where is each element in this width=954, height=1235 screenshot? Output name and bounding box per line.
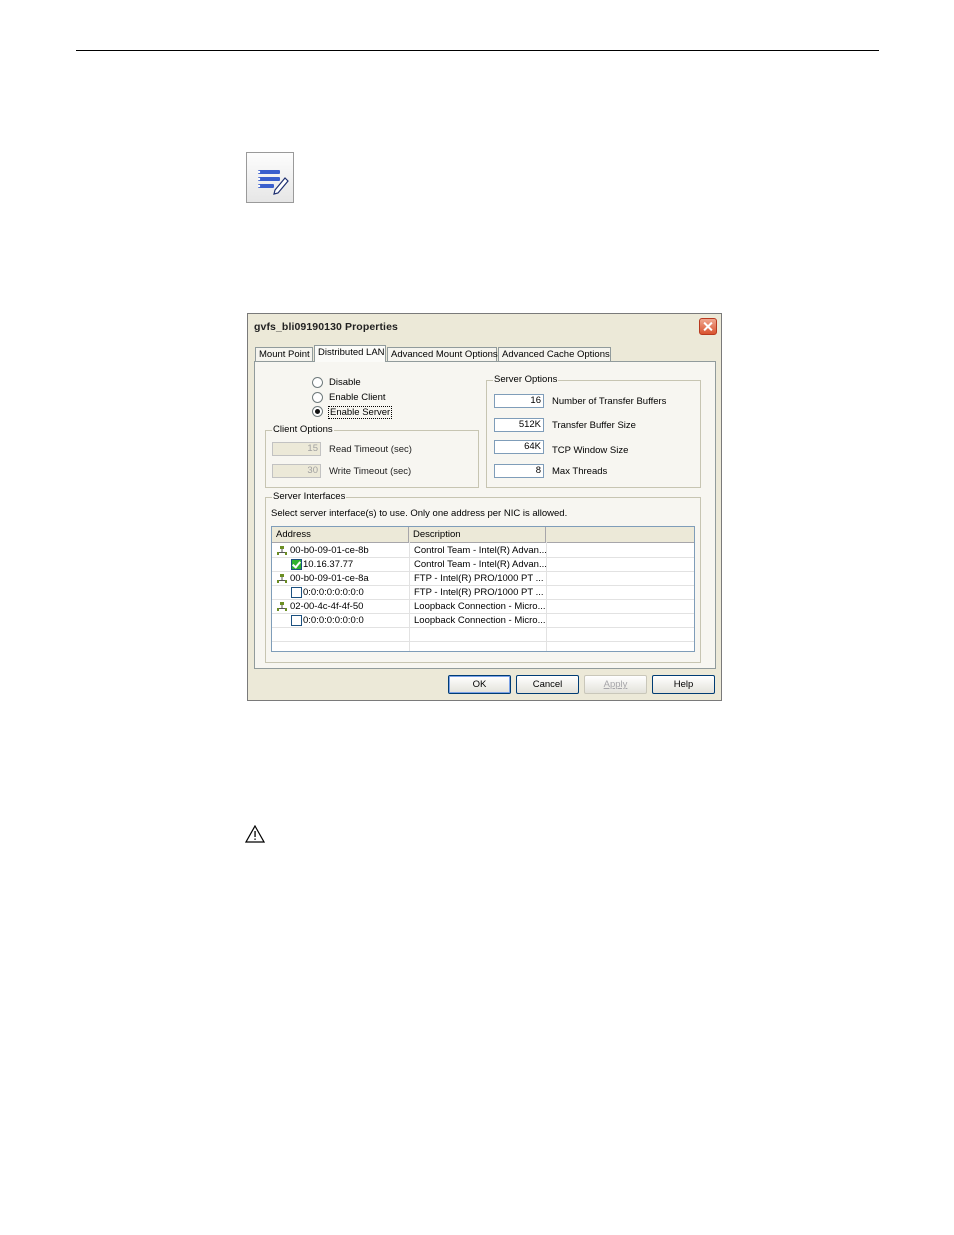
caution-icon [245,825,265,843]
buffer-size-label: Transfer Buffer Size [552,420,636,431]
row-address: 10.16.37.77 [303,559,354,570]
table-row[interactable]: 0:0:0:0:0:0:0:0 Loopback Connection - Mi… [272,614,694,628]
row-address: 00-b0-09-01-ce-8a [290,573,369,584]
dialog-title: gvfs_bli09190130 Properties [254,321,398,333]
radio-enable-server[interactable] [312,406,323,417]
row-address: 0:0:0:0:0:0:0:0 [303,615,364,626]
write-timeout-field[interactable]: 30 [272,464,321,478]
cancel-button[interactable]: Cancel [516,675,579,694]
table-row [272,628,694,642]
note-icon [246,152,294,203]
client-options-group: Client Options 15 Read Timeout (sec) 30 … [265,424,479,488]
row-description: Loopback Connection - Micro... [414,615,546,626]
table-row[interactable]: 00-b0-09-01-ce-8a FTP - Intel(R) PRO/100… [272,572,694,586]
tab-mount-point[interactable]: Mount Point [255,347,313,361]
server-interfaces-instruction: Select server interface(s) to use. Only … [271,508,568,519]
radio-disable[interactable] [312,377,323,388]
interface-checkbox[interactable] [291,615,302,626]
close-icon[interactable] [699,318,717,335]
max-threads-label: Max Threads [552,466,608,477]
tcp-window-field[interactable]: 64K [494,440,544,454]
help-button[interactable]: Help [652,675,715,694]
properties-dialog: gvfs_bli09190130 Properties Mount Point … [247,313,722,701]
radio-disable-label: Disable [329,377,361,388]
table-row[interactable]: 0:0:0:0:0:0:0:0 FTP - Intel(R) PRO/1000 … [272,586,694,600]
buffer-size-field[interactable]: 512K [494,418,544,432]
row-description: Control Team - Intel(R) Advan... [414,559,547,570]
radio-enable-server-label: Enable Server [328,406,393,419]
column-empty [546,527,694,542]
row-description: Loopback Connection - Micro... [414,601,546,612]
interface-checkbox[interactable] [291,559,302,570]
tcp-window-label: TCP Window Size [552,445,629,456]
list-header: Address Description [272,527,694,543]
row-address: 0:0:0:0:0:0:0:0 [303,587,364,598]
radio-enable-client[interactable] [312,392,323,403]
interfaces-list[interactable]: Address Description 00-b0-09-01-ce-8b Co… [271,526,695,652]
write-timeout-label: Write Timeout (sec) [329,466,412,477]
radio-enable-client-label: Enable Client [329,392,386,403]
row-description: Control Team - Intel(R) Advan... [414,545,547,556]
tab-advanced-cache-options[interactable]: Advanced Cache Options [498,347,611,361]
row-address: 02-00-4c-4f-4f-50 [290,601,364,612]
column-description[interactable]: Description [409,527,546,542]
row-description: FTP - Intel(R) PRO/1000 PT ... [414,573,544,584]
row-address: 00-b0-09-01-ce-8b [290,545,369,556]
read-timeout-label: Read Timeout (sec) [329,444,412,455]
client-options-legend: Client Options [272,424,334,435]
tab-advanced-mount-options[interactable]: Advanced Mount Options [387,347,498,361]
row-description: FTP - Intel(R) PRO/1000 PT ... [414,587,544,598]
max-threads-field[interactable]: 8 [494,464,544,478]
table-row[interactable]: 02-00-4c-4f-4f-50 Loopback Connection - … [272,600,694,614]
tab-distributed-lan[interactable]: Distributed LAN [314,345,386,362]
transfer-buffers-field[interactable]: 16 [494,394,544,408]
transfer-buffers-label: Number of Transfer Buffers [552,396,667,407]
dialog-titlebar[interactable]: gvfs_bli09190130 Properties [248,314,721,340]
read-timeout-field[interactable]: 15 [272,442,321,456]
page-top-rule [76,50,879,51]
table-row[interactable]: 00-b0-09-01-ce-8b Control Team - Intel(R… [272,544,694,558]
distributed-lan-panel: Disable Enable Client Enable Server Clie… [254,361,716,669]
ok-button[interactable]: OK [448,675,511,694]
network-adapter-icon [277,546,287,555]
apply-button[interactable]: Apply [584,675,647,694]
column-address[interactable]: Address [272,527,409,542]
table-row[interactable]: 10.16.37.77 Control Team - Intel(R) Adva… [272,558,694,572]
network-adapter-icon [277,574,287,583]
network-adapter-icon [277,602,287,611]
server-options-group: Server Options 16 Number of Transfer Buf… [486,374,701,488]
server-options-legend: Server Options [493,374,559,385]
server-interfaces-legend: Server Interfaces [272,491,347,502]
interface-checkbox[interactable] [291,587,302,598]
